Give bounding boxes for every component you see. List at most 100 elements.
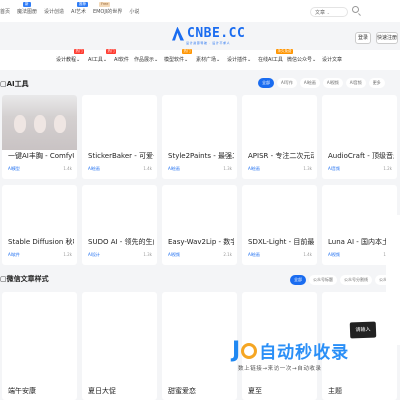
nav-model-software[interactable]: 模型软件⌄ 热门 — [164, 49, 192, 63]
logo-text: CNBE.CC — [187, 26, 246, 41]
tab-wechat-divider[interactable]: 公众号分割线 — [340, 275, 372, 285]
tool-card[interactable]: Style2Paints - 最强二次… AI绘画 1.3k — [162, 95, 237, 179]
nav-ai-software[interactable]: AI软件 — [114, 56, 129, 63]
card-thumbnail — [2, 95, 77, 150]
card-category[interactable]: AI设计 — [88, 252, 100, 258]
card-category[interactable]: AI绘画 — [248, 166, 260, 172]
card-title: 一键AI丰胸 - ComfyUI… — [8, 152, 74, 160]
card-category[interactable]: AI绘画 — [248, 252, 260, 258]
top-links: 首页 魔法图册新 设计创造 AI艺术 推荐 EMOJI的世界 Free 小说 — [0, 2, 146, 15]
watermark-text: 自动秒收录 — [259, 343, 350, 363]
nav-online-ai[interactable]: 在线AI工具 永久免费 — [258, 49, 293, 63]
card-category[interactable]: AI视频 — [168, 252, 180, 258]
tool-card[interactable]: SDXL-Light - 目前最快… AI绘画 1.4k — [242, 185, 317, 265]
card-title: StickerBaker - 可爱卡通… — [88, 152, 154, 160]
card-title: 主题 — [328, 387, 342, 395]
toplink-design[interactable]: 设计创造 — [44, 8, 64, 15]
watermark-j-icon: J — [232, 338, 240, 363]
tab-ai-writing[interactable]: AI写作 — [277, 78, 297, 88]
card-category[interactable]: AI模型 — [8, 166, 20, 172]
free-forever-badge: 永久免费 — [276, 49, 293, 54]
card-views: 2.1k — [223, 252, 232, 257]
tool-card[interactable]: Stable Diffusion 秋叶整… AI软件 1.2k — [2, 185, 77, 265]
toplink-home[interactable]: 首页 — [0, 8, 10, 15]
card-category[interactable]: AI软件 — [8, 252, 20, 258]
search-type-select[interactable]: 文章 ⌄ — [310, 7, 348, 17]
nav-wechat[interactable]: 微信公众号⌄ — [287, 56, 316, 63]
ai-section-tabs: 全部 AI写作 AI绘画 AI视频 AI音频 更多 — [258, 78, 388, 88]
card-title: 夏日大促 — [88, 387, 116, 395]
card-title: Luna AI - 国内本土顶级… — [328, 238, 394, 246]
logo-mark-icon — [172, 26, 184, 41]
register-button[interactable]: 快速注册 — [376, 32, 398, 44]
tab-ai-audio[interactable]: AI音频 — [345, 78, 366, 88]
free-badge: Free — [98, 2, 111, 7]
watermark-ring-icon — [241, 342, 258, 359]
tab-more[interactable]: 更多 — [368, 78, 385, 88]
card-views: 1.4k — [143, 166, 152, 171]
tool-card[interactable]: AudioCraft - 顶级音乐… AI音频 1.2k — [322, 95, 397, 179]
tab-wechat-title[interactable]: 公众号标题 — [309, 275, 337, 285]
portrait-image — [10, 111, 30, 137]
toplink-magic[interactable]: 魔法图册新 — [17, 2, 37, 15]
card-views: 1.3k — [143, 252, 152, 257]
nav-ai-tools[interactable]: AI工具⌄ 热门 — [88, 49, 116, 63]
nav-materials[interactable]: 素材广场⌄ — [196, 56, 220, 63]
portrait-image — [50, 111, 70, 137]
search-icon[interactable] — [352, 6, 359, 13]
card-title: Stable Diffusion 秋叶整… — [8, 238, 74, 246]
card-category[interactable]: AI音频 — [328, 166, 340, 172]
tab-ai-video[interactable]: AI视频 — [322, 78, 343, 88]
tab-all[interactable]: 全部 — [290, 275, 306, 285]
nav-design-tutorial[interactable]: 设计教程⌄ 热门 — [56, 49, 84, 63]
tool-card[interactable]: Easy-Wav2Lip - 数字人… AI视频 2.1k — [162, 185, 237, 265]
card-title: 夏至 — [248, 387, 262, 395]
card-title: APISR - 专注二次元动漫… — [248, 152, 314, 160]
recommend-badge: 推荐 — [77, 2, 89, 7]
card-title: AudioCraft - 顶级音乐… — [328, 152, 394, 160]
card-title: 端午安康 — [8, 387, 36, 395]
tool-card[interactable]: SUDO AI - 领先的生成… AI设计 1.3k — [82, 185, 157, 265]
watermark-logo: J 自动秒收录 — [232, 338, 349, 363]
article-card[interactable]: 端午安康 — [2, 292, 77, 400]
toplink-emoji[interactable]: EMOJI的世界 Free — [93, 2, 122, 15]
card-category[interactable]: AI视频 — [328, 252, 340, 258]
card-title: Easy-Wav2Lip - 数字人… — [168, 238, 234, 246]
hot-badge: 热门 — [74, 49, 84, 54]
card-views: 1.4k — [303, 252, 312, 257]
hot-badge: 热门 — [106, 49, 116, 54]
card-category[interactable]: AI绘画 — [168, 166, 180, 172]
tool-card[interactable]: StickerBaker - 可爱卡通… AI绘画 1.4k — [82, 95, 157, 179]
logo-subtitle: 设计资源导航 · 设计不求人 — [186, 41, 231, 45]
card-views: 1.4k — [63, 166, 72, 171]
chevron-down-icon: ⌄ — [326, 10, 330, 15]
login-prompt-badge[interactable]: 请输入 — [349, 321, 377, 339]
article-card[interactable]: 夏日大促 — [82, 292, 157, 400]
article-card[interactable]: 甜蜜爱恋 — [162, 292, 237, 400]
section-title-wechat: ▢微信文章样式 — [0, 275, 49, 283]
nav-showcase[interactable]: 作品展示⌄ — [134, 56, 158, 63]
card-views: 1.3k — [223, 166, 232, 171]
card-views: 1.2k — [63, 252, 72, 257]
site-logo[interactable]: CNBE.CC 设计资源导航 · 设计不求人 — [172, 26, 246, 45]
portrait-image — [30, 111, 50, 137]
tab-all[interactable]: 全部 — [258, 78, 274, 88]
tab-ai-drawing[interactable]: AI绘画 — [299, 78, 320, 88]
watermark-subtitle: 数上链接→来访一次→自动收录 — [238, 366, 322, 372]
card-category[interactable]: AI绘画 — [88, 166, 100, 172]
login-button[interactable]: 登录 — [355, 32, 371, 44]
card-views: 1.2k — [383, 166, 392, 171]
toplink-novel[interactable]: 小说 — [129, 8, 139, 15]
floating-toolbar[interactable] — [386, 215, 400, 345]
card-title: 甜蜜爱恋 — [168, 387, 196, 395]
tool-card[interactable]: 一键AI丰胸 - ComfyUI… AI模型 1.4k — [2, 95, 77, 179]
nav-articles[interactable]: 设计文章 — [322, 56, 342, 63]
card-title: Style2Paints - 最强二次… — [168, 152, 234, 160]
nav-design-plugins[interactable]: 设计插件⌄ — [227, 56, 251, 63]
hot-badge: 热门 — [182, 49, 192, 54]
card-views: 1.3k — [303, 166, 312, 171]
card-title: SDXL-Light - 目前最快… — [248, 238, 314, 246]
toplink-ai-art[interactable]: AI艺术 推荐 — [71, 2, 89, 15]
card-title: SUDO AI - 领先的生成… — [88, 238, 154, 246]
tool-card[interactable]: APISR - 专注二次元动漫… AI绘画 1.3k — [242, 95, 317, 179]
